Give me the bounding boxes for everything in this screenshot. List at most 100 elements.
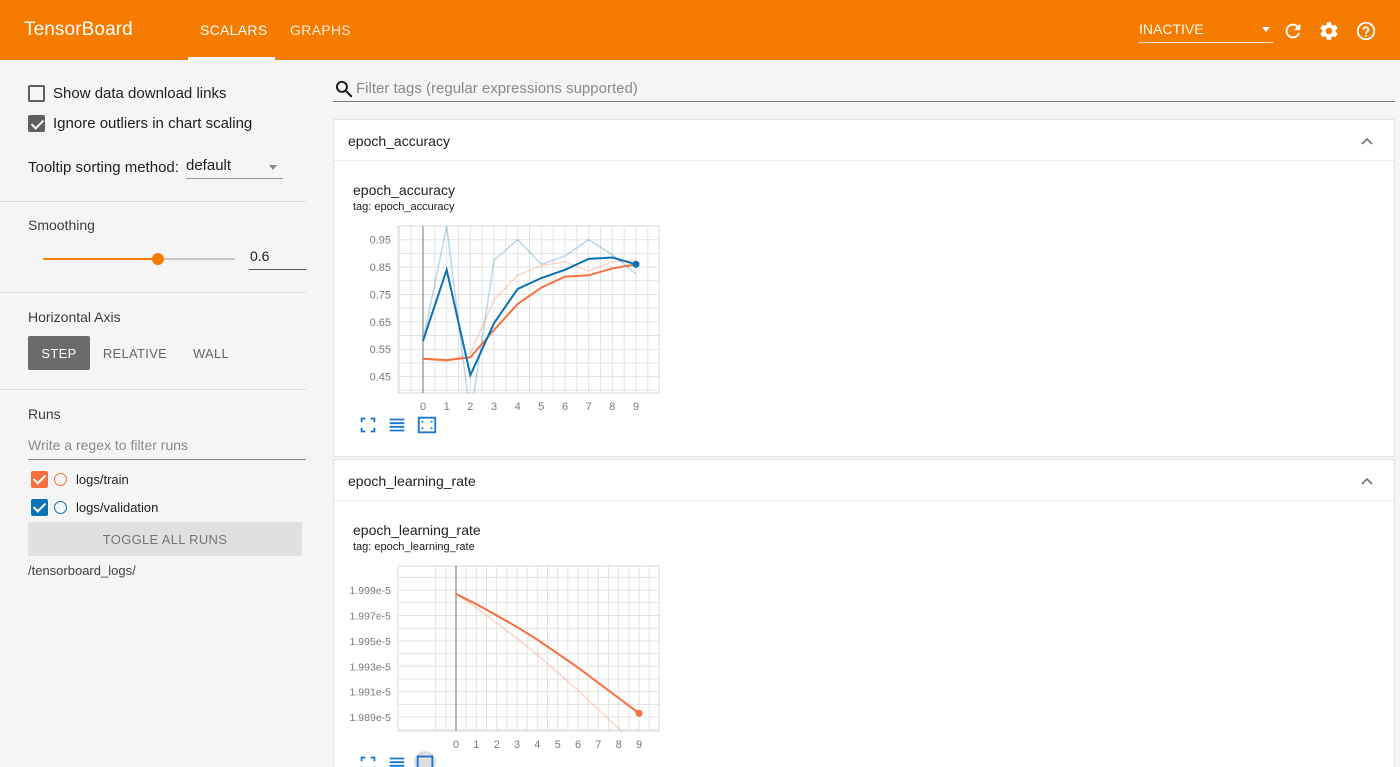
run-label: logs/train — [76, 472, 129, 487]
y-tick-label: 1.999e-5 — [350, 585, 392, 597]
y-tick-label: 0.65 — [370, 317, 391, 329]
toggle-all-runs-button[interactable]: TOGGLE ALL RUNS — [28, 522, 302, 556]
app-brand: TensorBoard — [24, 19, 133, 40]
reload-icon[interactable] — [1282, 20, 1304, 42]
y-tick-label: 1.993e-5 — [350, 661, 392, 673]
sidebar: Show data download links Ignore outliers… — [0, 60, 306, 767]
runs-filter-input[interactable]: Write a regex to filter runs — [28, 437, 306, 460]
top-app-bar: TensorBoard SCALARS GRAPHS INACTIVE — [0, 0, 1400, 60]
category-panel-accuracy: epoch_accuracy epoch_accuracy tag: epoch… — [333, 119, 1395, 457]
run-status-value: INACTIVE — [1139, 21, 1204, 37]
accuracy-chart[interactable]: 0.45 0.55 0.65 0.75 0.85 0.95 0 1 2 3 4 5 6 7 8 9 — [334, 218, 674, 413]
y-tick-label: 0.45 — [370, 372, 391, 384]
ignore-outliers-label: Ignore outliers in chart scaling — [53, 115, 253, 132]
x-tick-label: 7 — [586, 401, 592, 413]
x-tick-label: 5 — [555, 739, 561, 751]
tooltip-sort-dropdown[interactable]: default — [186, 157, 283, 179]
ignore-outliers-checkbox[interactable]: Ignore outliers in chart scaling — [28, 115, 252, 132]
x-tick-label: 9 — [636, 739, 642, 751]
x-tick-label: 4 — [515, 401, 521, 413]
divider — [0, 389, 306, 390]
help-icon[interactable] — [1355, 20, 1377, 42]
checkbox-unchecked — [28, 85, 45, 102]
smoothing-value-input[interactable]: 0.6 — [249, 248, 306, 270]
fullscreen-icon[interactable] — [357, 414, 379, 436]
axis-relative-button[interactable]: RELATIVE — [98, 336, 172, 370]
category-title: epoch_learning_rate — [348, 473, 476, 489]
tag-filter-input[interactable]: Filter tags (regular expressions support… — [356, 80, 638, 97]
card-title: epoch_accuracy — [353, 182, 455, 198]
x-tick-label: 3 — [514, 739, 520, 751]
series-end-point — [635, 709, 643, 717]
x-tick-label: 2 — [494, 739, 500, 751]
x-tick-label: 0 — [453, 739, 459, 751]
x-tick-label: 0 — [420, 401, 426, 413]
fit-domain-icon[interactable] — [414, 751, 436, 767]
learning-rate-chart[interactable]: 1.989e-5 1.991e-5 1.993e-5 1.995e-5 1.997e-5… — [334, 558, 674, 753]
run-color-dot — [54, 501, 67, 514]
tooltip-sort-value: default — [186, 157, 232, 174]
category-panel-learning-rate: epoch_learning_rate epoch_learning_rate … — [333, 459, 1395, 767]
y-tick-label: 1.997e-5 — [350, 611, 392, 623]
card-title: epoch_learning_rate — [353, 522, 481, 538]
y-tick-label: 0.75 — [370, 289, 391, 301]
tab-graphs[interactable]: GRAPHS — [290, 22, 351, 38]
y-tick-label: 1.995e-5 — [350, 636, 392, 648]
y-tick-label: 1.989e-5 — [350, 712, 392, 724]
run-item-train[interactable]: logs/train — [31, 471, 129, 488]
settings-icon[interactable] — [1318, 20, 1340, 42]
smoothing-slider-thumb[interactable] — [152, 253, 165, 265]
axis-step-button[interactable]: STEP — [28, 336, 90, 370]
data-table-icon[interactable] — [386, 753, 408, 767]
tab-scalars[interactable]: SCALARS — [200, 22, 267, 38]
runs-title: Runs — [28, 406, 61, 422]
run-checkbox[interactable] — [31, 471, 48, 488]
log-directory: /tensorboard_logs/ — [28, 563, 136, 578]
category-title: epoch_accuracy — [348, 133, 450, 149]
chevron-up-icon[interactable] — [1360, 474, 1374, 488]
dropdown-arrow-icon — [269, 165, 277, 170]
series-end-point — [632, 260, 640, 268]
smoothing-slider[interactable] — [43, 253, 235, 265]
show-download-links-checkbox[interactable]: Show data download links — [28, 85, 226, 102]
y-tick-label: 1.991e-5 — [350, 687, 392, 699]
fit-domain-icon[interactable] — [416, 414, 438, 436]
run-item-validation[interactable]: logs/validation — [31, 499, 158, 516]
y-tick-label: 0.85 — [370, 262, 391, 274]
x-tick-label: 7 — [595, 739, 601, 751]
y-tick-label: 0.95 — [370, 235, 391, 247]
x-tick-label: 3 — [491, 401, 497, 413]
y-tick-label: 0.55 — [370, 344, 391, 356]
run-label: logs/validation — [76, 500, 159, 515]
divider — [0, 292, 306, 293]
x-tick-label: 8 — [616, 739, 622, 751]
smoothing-slider-fill — [43, 258, 159, 260]
chevron-up-icon[interactable] — [1360, 134, 1374, 148]
x-tick-label: 4 — [534, 739, 540, 751]
x-tick-label: 2 — [467, 401, 473, 413]
tooltip-sort-label: Tooltip sorting method: — [28, 159, 179, 176]
x-tick-label: 9 — [633, 401, 639, 413]
fullscreen-icon[interactable] — [357, 753, 379, 767]
horizontal-axis-title: Horizontal Axis — [28, 309, 121, 325]
divider — [0, 201, 306, 202]
run-color-dot — [54, 473, 67, 486]
card-tag: tag: epoch_accuracy — [353, 201, 455, 213]
card-tag: tag: epoch_learning_rate — [353, 541, 475, 553]
run-status-dropdown[interactable]: INACTIVE — [1139, 21, 1273, 43]
x-tick-label: 1 — [473, 739, 479, 751]
axis-wall-button[interactable]: WALL — [182, 336, 240, 370]
data-table-icon[interactable] — [386, 414, 408, 436]
tag-filter[interactable]: Filter tags (regular expressions support… — [333, 76, 1395, 102]
search-icon — [335, 80, 353, 98]
category-header[interactable]: epoch_accuracy — [334, 120, 1394, 161]
x-tick-label: 8 — [609, 401, 615, 413]
category-header[interactable]: epoch_learning_rate — [334, 460, 1394, 501]
x-tick-label: 5 — [538, 401, 544, 413]
x-tick-label: 1 — [444, 401, 450, 413]
x-tick-label: 6 — [562, 401, 568, 413]
smoothing-title: Smoothing — [28, 217, 95, 233]
dropdown-arrow-icon — [1262, 27, 1270, 32]
checkbox-checked — [28, 115, 45, 132]
run-checkbox[interactable] — [31, 499, 48, 516]
